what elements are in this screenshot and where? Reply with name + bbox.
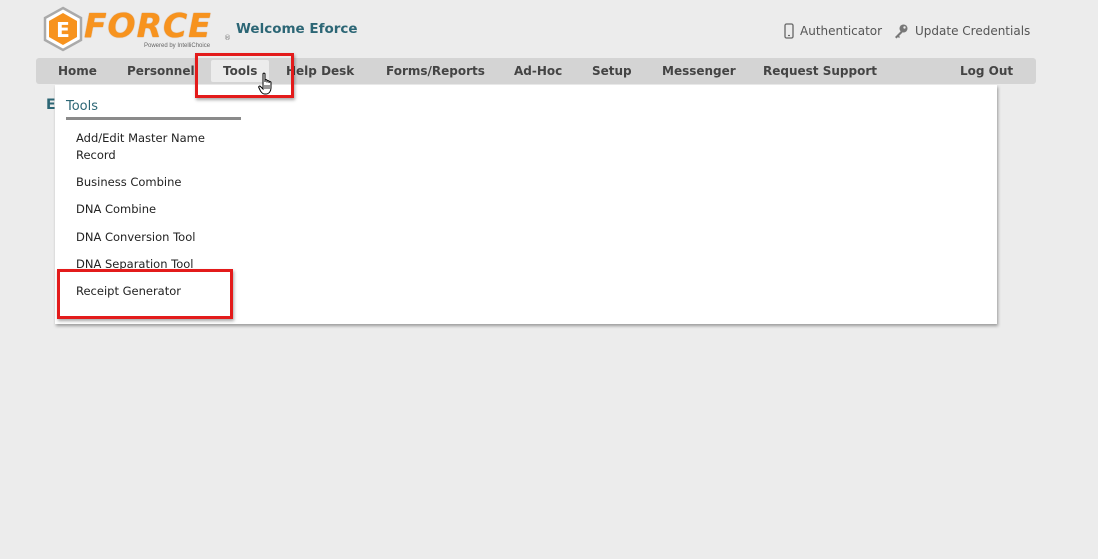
logo-letter: E xyxy=(56,18,70,42)
menu-item-dna-combine[interactable]: DNA Combine xyxy=(76,201,226,218)
tools-highlight-box xyxy=(195,53,294,98)
key-icon xyxy=(895,24,908,39)
eforce-logo[interactable]: E FORCE ® Powered by IntelliChoice xyxy=(42,4,232,52)
main-nav: Home Personnel Tools Help Desk Forms/Rep… xyxy=(36,58,1036,84)
nav-messenger[interactable]: Messenger xyxy=(662,58,736,84)
nav-personnel[interactable]: Personnel xyxy=(127,58,195,84)
nav-forms-reports[interactable]: Forms/Reports xyxy=(386,58,485,84)
nav-ad-hoc[interactable]: Ad-Hoc xyxy=(514,58,562,84)
hand-pointer-icon xyxy=(258,72,272,95)
logo-tagline: Powered by IntelliChoice xyxy=(144,43,211,49)
nav-request-support[interactable]: Request Support xyxy=(763,58,877,84)
update-credentials-label: Update Credentials xyxy=(915,24,1031,38)
menu-item-add-edit-master-name-record[interactable]: Add/Edit Master Name Record xyxy=(76,130,226,164)
nav-setup[interactable]: Setup xyxy=(592,58,632,84)
nav-home[interactable]: Home xyxy=(58,58,97,84)
welcome-message: Welcome Eforce xyxy=(236,21,358,37)
phone-icon xyxy=(784,23,794,39)
update-credentials-link[interactable]: Update Credentials xyxy=(893,21,1030,41)
receipt-generator-highlight-box xyxy=(57,269,233,319)
logo-registered: ® xyxy=(224,34,231,42)
nav-help-desk[interactable]: Help Desk xyxy=(286,58,354,84)
eforce-hex-icon: E xyxy=(43,6,83,52)
logo-wordmark: FORCE xyxy=(84,6,212,45)
authenticator-link[interactable]: Authenticator xyxy=(784,21,882,41)
menu-item-dna-conversion-tool[interactable]: DNA Conversion Tool xyxy=(76,229,226,246)
authenticator-label: Authenticator xyxy=(800,24,883,38)
dropdown-heading: Tools xyxy=(66,99,99,114)
nav-log-out[interactable]: Log Out xyxy=(960,58,1013,84)
dropdown-divider xyxy=(66,117,241,120)
menu-item-business-combine[interactable]: Business Combine xyxy=(76,174,226,191)
